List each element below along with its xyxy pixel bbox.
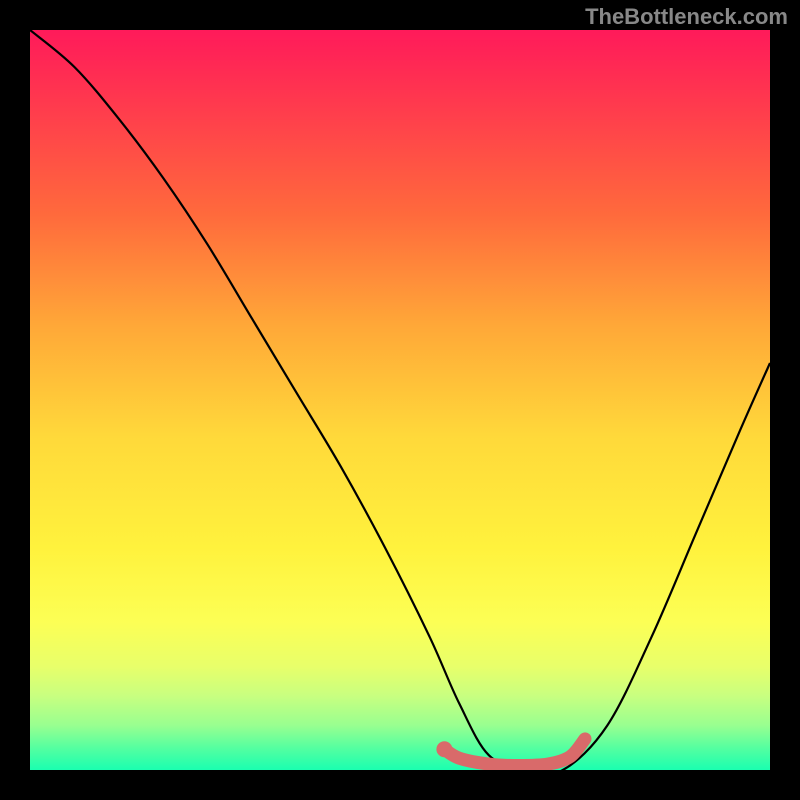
- optimal-start-dot: [436, 741, 452, 757]
- chart-container: TheBottleneck.com: [0, 0, 800, 800]
- watermark-text: TheBottleneck.com: [585, 4, 788, 30]
- chart-svg: [30, 30, 770, 770]
- plot-area: [30, 30, 770, 770]
- bottleneck-curve-path: [30, 30, 770, 770]
- optimal-range-marker: [444, 739, 585, 766]
